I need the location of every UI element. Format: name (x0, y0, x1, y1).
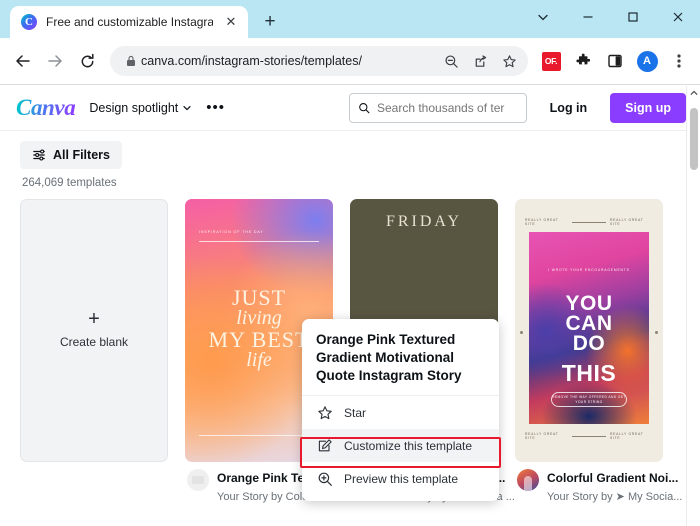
card-title: Colorful Gradient Noi... (547, 471, 679, 485)
thumb-headline-line-3: DO (572, 332, 606, 356)
thumb-frame-top: REALLY GREAT SITE REALLY GREAT SITE (525, 218, 653, 226)
template-thumb-colorful-gradient[interactable]: REALLY GREAT SITE REALLY GREAT SITE I WR… (515, 199, 663, 462)
minimize-icon[interactable] (565, 0, 610, 34)
of-extension-icon[interactable]: OF. (536, 46, 566, 76)
create-blank-label: Create blank (59, 335, 129, 349)
thumb-kicker: I WROTE YOUR ENCOURAGEMENTS (548, 268, 630, 272)
pencil-edit-icon (316, 437, 333, 454)
thumb-quote-line-1: JUST (231, 285, 287, 310)
all-filters-label: All Filters (53, 148, 110, 162)
thumb-top-rule (199, 241, 319, 242)
frame-label-right: REALLY GREAT SITE (610, 432, 644, 440)
thumb-pill-text: REMOVE THE WAY OFFERED AND GET YOUR STRI… (551, 392, 627, 407)
browser-navbar: canva.com/instagram-stories/templates/ O… (0, 38, 700, 85)
template-count: 264,069 templates (22, 177, 117, 189)
scrollbar-up-arrow-icon[interactable] (687, 86, 700, 100)
nav-more-button[interactable]: ••• (206, 100, 225, 115)
template-context-menu: Orange Pink Textured Gradient Motivation… (302, 319, 499, 502)
share-icon[interactable] (467, 48, 493, 74)
nav-design-spotlight[interactable]: Design spotlight (89, 101, 192, 115)
search-box[interactable] (348, 92, 527, 123)
thumb-headline: YOU CAN DO (529, 292, 649, 356)
profile-avatar[interactable]: A (632, 46, 662, 76)
frame-label-right: REALLY GREAT SITE (610, 218, 644, 226)
thumb-headline-line-2: CAN (565, 312, 613, 336)
zoom-out-icon[interactable] (438, 48, 464, 74)
tab-close-icon[interactable]: ✕ (222, 13, 240, 31)
side-panel-icon[interactable] (600, 46, 630, 76)
sliders-icon (33, 149, 45, 161)
card-caption: Colorful Gradient Noi... Your Story by ➤… (515, 462, 682, 505)
chrome-menu-icon[interactable] (664, 46, 694, 76)
thumb-kicker: INSPIRATION OF THE DAY (199, 230, 264, 234)
filter-bar: All Filters (0, 131, 700, 169)
magnifier-plus-icon (316, 470, 333, 487)
header-right: Log in Sign up (348, 92, 686, 123)
thumb-gradient-inner: I WROTE YOUR ENCOURAGEMENTS YOU CAN DO T… (529, 232, 649, 424)
address-bar[interactable]: canva.com/instagram-stories/templates/ (110, 46, 528, 76)
card-create-blank[interactable]: + Create blank (20, 199, 168, 505)
frame-label-left: REALLY GREAT SITE (525, 432, 559, 440)
puzzle-extension-icon[interactable] (568, 46, 598, 76)
nav-design-spotlight-label: Design spotlight (89, 100, 179, 115)
canva-logo[interactable]: Canva (16, 95, 76, 121)
canva-favicon-icon: C (21, 14, 37, 30)
browser-window: C Free and customizable Instagram ✕ + ca… (0, 0, 700, 526)
scrollbar-thumb[interactable] (690, 108, 698, 170)
forward-arrow-icon[interactable] (40, 46, 70, 76)
all-filters-button[interactable]: All Filters (20, 141, 122, 169)
maximize-icon[interactable] (610, 0, 655, 34)
url-text: canva.com/instagram-stories/templates/ (141, 54, 362, 68)
context-menu-item-label: Customize this template (344, 438, 473, 453)
thumb-frame-bottom: REALLY GREAT SITE REALLY GREAT SITE (525, 432, 653, 440)
card-colorful-gradient-noise[interactable]: REALLY GREAT SITE REALLY GREAT SITE I WR… (515, 199, 682, 505)
star-icon (316, 404, 333, 421)
context-menu-item-customize[interactable]: Customize this template (302, 429, 499, 463)
window-close-icon[interactable] (655, 0, 700, 34)
thumb-headline-line-1: YOU (565, 292, 613, 315)
context-menu-item-label: Star (344, 405, 367, 420)
browser-tab[interactable]: C Free and customizable Instagram ✕ (10, 6, 248, 38)
lock-icon (124, 55, 138, 67)
search-icon (358, 102, 370, 113)
frame-dot-right (655, 330, 658, 334)
frame-label-left: REALLY GREAT SITE (525, 218, 559, 226)
thumb-headline-line-4: THIS (561, 360, 617, 386)
tab-search-icon[interactable] (520, 0, 565, 34)
bookmark-star-icon[interactable] (496, 48, 522, 74)
frame-rule (572, 435, 606, 437)
back-arrow-icon[interactable] (8, 46, 38, 76)
browser-titlebar: C Free and customizable Instagram ✕ + (0, 0, 700, 38)
author-avatar (187, 469, 209, 491)
thumb-bottom-rule (199, 435, 319, 436)
card-author: Your Story by ➤ My Socia... (547, 491, 683, 503)
chevron-down-icon (183, 105, 191, 110)
page-content: Canva Design spotlight ••• Log in Sign u… (0, 85, 700, 526)
signup-button[interactable]: Sign up (610, 92, 686, 123)
thumb-title-friday: FRIDAY (385, 213, 463, 230)
tab-title: Free and customizable Instagram (46, 15, 213, 29)
profile-avatar-label: A (636, 50, 658, 72)
create-blank-thumb[interactable]: + Create blank (20, 199, 168, 462)
page-scrollbar[interactable] (686, 86, 700, 526)
login-button[interactable]: Log in (539, 94, 599, 122)
author-avatar (517, 469, 539, 491)
window-controls (520, 0, 700, 34)
search-input[interactable] (376, 100, 518, 115)
new-tab-button[interactable]: + (256, 8, 284, 36)
reload-icon[interactable] (72, 46, 102, 76)
context-menu-item-star[interactable]: Star (302, 396, 499, 429)
context-menu-item-preview[interactable]: Preview this template (302, 462, 499, 495)
of-extension-label: OF. (541, 51, 561, 71)
canva-header: Canva Design spotlight ••• Log in Sign u… (0, 85, 700, 131)
frame-rule (572, 221, 606, 223)
context-menu-title: Orange Pink Textured Gradient Motivation… (302, 331, 499, 397)
frame-dot-left (520, 330, 523, 334)
context-menu-item-label: Preview this template (344, 471, 459, 486)
plus-icon: + (88, 308, 100, 330)
